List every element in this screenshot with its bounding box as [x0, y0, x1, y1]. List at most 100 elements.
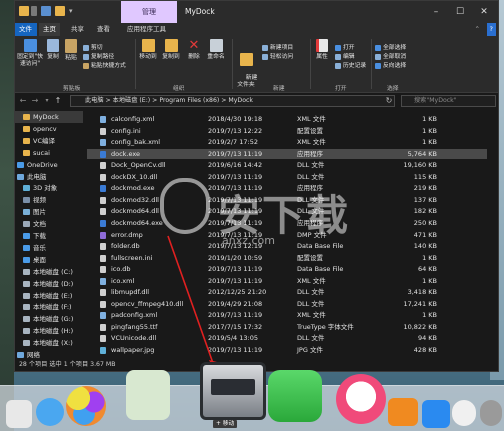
help-icon[interactable]: ? — [486, 23, 496, 36]
tab-view[interactable]: 查看 — [93, 23, 114, 36]
close-button[interactable]: ✕ — [472, 1, 496, 23]
nav-item[interactable]: 本地磁盘 (H:) — [15, 325, 83, 337]
nav-item[interactable]: opencv — [15, 123, 83, 135]
ibooks-dock-icon[interactable] — [388, 398, 418, 426]
properties-quick-icon[interactable] — [41, 6, 51, 16]
easy-access-button[interactable]: 轻松访问 — [262, 53, 293, 61]
forward-arrow-icon[interactable]: → — [29, 94, 41, 108]
photos-dock-icon[interactable] — [6, 400, 32, 428]
file-row[interactable]: dockmod32.dll 2019/7/13 11:19 DLL 文件 137 KB — [87, 195, 487, 205]
file-row[interactable]: dockDX_10.dll 2019/7/13 11:19 DLL 文件 115 KB — [87, 172, 487, 182]
tab-share[interactable]: 共享 — [67, 23, 88, 36]
photos-app-dock-icon[interactable] — [452, 400, 476, 426]
back-arrow-icon[interactable]: ← — [17, 94, 29, 108]
nav-item[interactable]: sucai — [15, 147, 83, 159]
edit-button[interactable]: 编辑 — [335, 53, 355, 61]
file-row[interactable]: error.dmp 2019/7/13 11:19 DMP 文件 471 KB — [87, 230, 487, 240]
tab-home[interactable]: 主页 — [39, 23, 60, 36]
file-row[interactable]: Dock_OpenCv.dll 2019/6/16 14:42 DLL 文件 19,1… — [87, 160, 487, 170]
maximize-button[interactable]: ☐ — [448, 1, 472, 23]
maps-dock-icon[interactable] — [126, 370, 170, 420]
file-type-icon — [100, 219, 106, 227]
nav-item[interactable]: OneDrive — [15, 159, 83, 171]
new-folder-button[interactable]: 新建 文件夹 — [233, 39, 259, 96]
nav-item[interactable]: 本地磁盘 (X:) — [15, 337, 83, 349]
nav-item[interactable]: 音乐 — [15, 242, 83, 254]
nav-item[interactable]: 视频 — [15, 194, 83, 206]
file-row[interactable]: dockmod64.exe 2019/7/13 11:19 应用程序 250 KB — [87, 218, 487, 228]
app-store-dock-icon[interactable] — [422, 400, 450, 428]
nav-item[interactable]: 本地磁盘 (E:) — [15, 290, 83, 302]
file-row[interactable]: config_bak.xml 2019/2/7 17:52 XML 文件 1 KB — [87, 137, 487, 147]
search-input[interactable]: 搜索"MyDock" — [401, 95, 496, 107]
properties-button[interactable]: 属性 — [313, 39, 331, 61]
group-separator — [310, 39, 311, 89]
game-center-dock-icon[interactable] — [66, 386, 106, 426]
pin-quick-access-button[interactable]: 固定到"快速访问" — [16, 39, 44, 68]
nav-item[interactable]: 本地磁盘 (G:) — [15, 313, 83, 325]
nav-item[interactable]: 3D 对象 — [15, 182, 83, 194]
nav-item[interactable]: VC编译 — [15, 135, 83, 147]
file-row[interactable]: VCUnicode.dll 2019/5/4 13:05 DLL 文件 94 KB — [87, 333, 487, 343]
new-item-button[interactable]: 新建项目 — [262, 44, 293, 52]
minimize-button[interactable]: – — [424, 1, 448, 23]
itunes-dock-icon[interactable] — [336, 374, 386, 424]
select-none-button[interactable]: 全部取消 — [375, 53, 406, 61]
quick-access-dropdown-icon[interactable]: ▾ — [69, 6, 79, 16]
file-row[interactable]: pingfang55.ttf 2017/7/15 17:32 TrueType 字体… — [87, 322, 487, 332]
file-date: 2019/7/13 11:19 — [208, 218, 263, 227]
file-row[interactable]: dock.exe 2019/7/13 11:19 应用程序 5,764 KB — [87, 148, 487, 160]
copy-button[interactable]: 复制 — [45, 39, 61, 61]
nav-item[interactable]: 此电脑 — [15, 171, 83, 183]
nav-item[interactable]: 桌面 — [15, 254, 83, 266]
file-row[interactable]: dockmod.exe 2019/7/13 11:19 应用程序 219 KB — [87, 183, 487, 193]
new-folder-quick-icon[interactable] — [55, 6, 65, 16]
move-to-button[interactable]: 移动到 — [138, 39, 158, 61]
up-arrow-icon[interactable]: ↑ — [52, 94, 64, 108]
ribbon-collapse-icon[interactable]: ⌃ — [471, 23, 484, 36]
nav-item[interactable]: 图片 — [15, 206, 83, 218]
nav-item[interactable]: 本地磁盘 (C:) — [15, 266, 83, 278]
file-date: 2017/7/15 17:32 — [208, 322, 263, 331]
scissors-icon — [83, 44, 89, 51]
nav-item[interactable]: 本地磁盘 (D:) — [15, 278, 83, 290]
context-tab-manage[interactable]: 管理 — [121, 1, 177, 23]
file-row[interactable]: opencv_ffmpeg410.dll 2019/4/29 21:08 DLL 文… — [87, 299, 487, 309]
file-row[interactable]: folder.db 2019/7/13 12:19 Data Base File 14… — [87, 241, 487, 251]
file-row[interactable]: libmupdf.dll 2012/12/25 21:20 DLL 文件 3,418 … — [87, 287, 487, 297]
nav-item[interactable]: 下载 — [15, 230, 83, 242]
tab-file[interactable]: 文件 — [15, 23, 37, 36]
file-row[interactable]: config.ini 2019/7/13 12:22 配置设置 1 KB — [87, 126, 487, 136]
paste-button[interactable]: 粘贴 — [63, 39, 79, 62]
file-row[interactable]: wallpaper.jpg 2019/7/13 11:19 JPG 文件 428 KB — [87, 345, 487, 355]
messages-dock-icon[interactable] — [36, 398, 64, 426]
invert-selection-button[interactable]: 反向选择 — [375, 62, 406, 70]
cut-button[interactable]: 剪切 — [83, 44, 103, 52]
file-row[interactable]: padconfig.xml 2019/7/13 11:19 XML 文件 1 KB — [87, 310, 487, 320]
rename-button[interactable]: 重命名 — [205, 39, 227, 61]
file-type: 配置设置 — [297, 126, 323, 135]
copy-path-button[interactable]: 复制路径 — [83, 53, 114, 61]
file-row[interactable]: ico.xml 2019/7/13 11:19 XML 文件 1 KB — [87, 276, 487, 286]
nav-item[interactable]: MyDock — [15, 111, 83, 123]
nav-item[interactable]: 文档 — [15, 218, 83, 230]
select-all-button[interactable]: 全部选择 — [375, 44, 406, 52]
address-input[interactable]: 此电脑 > 本地磁盘 (E:) > Program Files (x86) > … — [70, 95, 395, 107]
file-row[interactable]: ico.db 2019/7/13 11:19 Data Base File 64 KB — [87, 264, 487, 274]
file-date: 2019/7/13 11:19 — [208, 346, 263, 354]
file-row[interactable]: dockmod64.dll 2019/7/13 11:19 DLL 文件 182 KB — [87, 206, 487, 216]
history-button[interactable]: 历史记录 — [335, 62, 366, 70]
system-preferences-dock-icon[interactable] — [480, 400, 502, 426]
facetime-dock-icon[interactable] — [268, 370, 322, 422]
paste-shortcut-button[interactable]: 粘贴快捷方式 — [83, 62, 126, 70]
nav-item[interactable]: 本地磁盘 (F:) — [15, 301, 83, 313]
delete-button[interactable]: ✕ 删除 — [185, 39, 203, 61]
refresh-icon[interactable]: ↻ — [383, 94, 395, 108]
file-row[interactable]: fullscreen.ini 2019/1/20 10:59 配置设置 1 KB — [87, 253, 487, 263]
file-row[interactable]: calconfig.xml 2018/4/30 19:18 XML 文件 1 KB — [87, 114, 487, 124]
tab-app-tools[interactable]: 应用程序工具 — [123, 23, 170, 36]
dock-settings-dock-icon[interactable] — [200, 362, 266, 420]
file-name: pingfang55.ttf — [111, 322, 158, 331]
open-button[interactable]: 打开 — [335, 44, 355, 52]
copy-to-button[interactable]: 复制到 — [161, 39, 181, 61]
